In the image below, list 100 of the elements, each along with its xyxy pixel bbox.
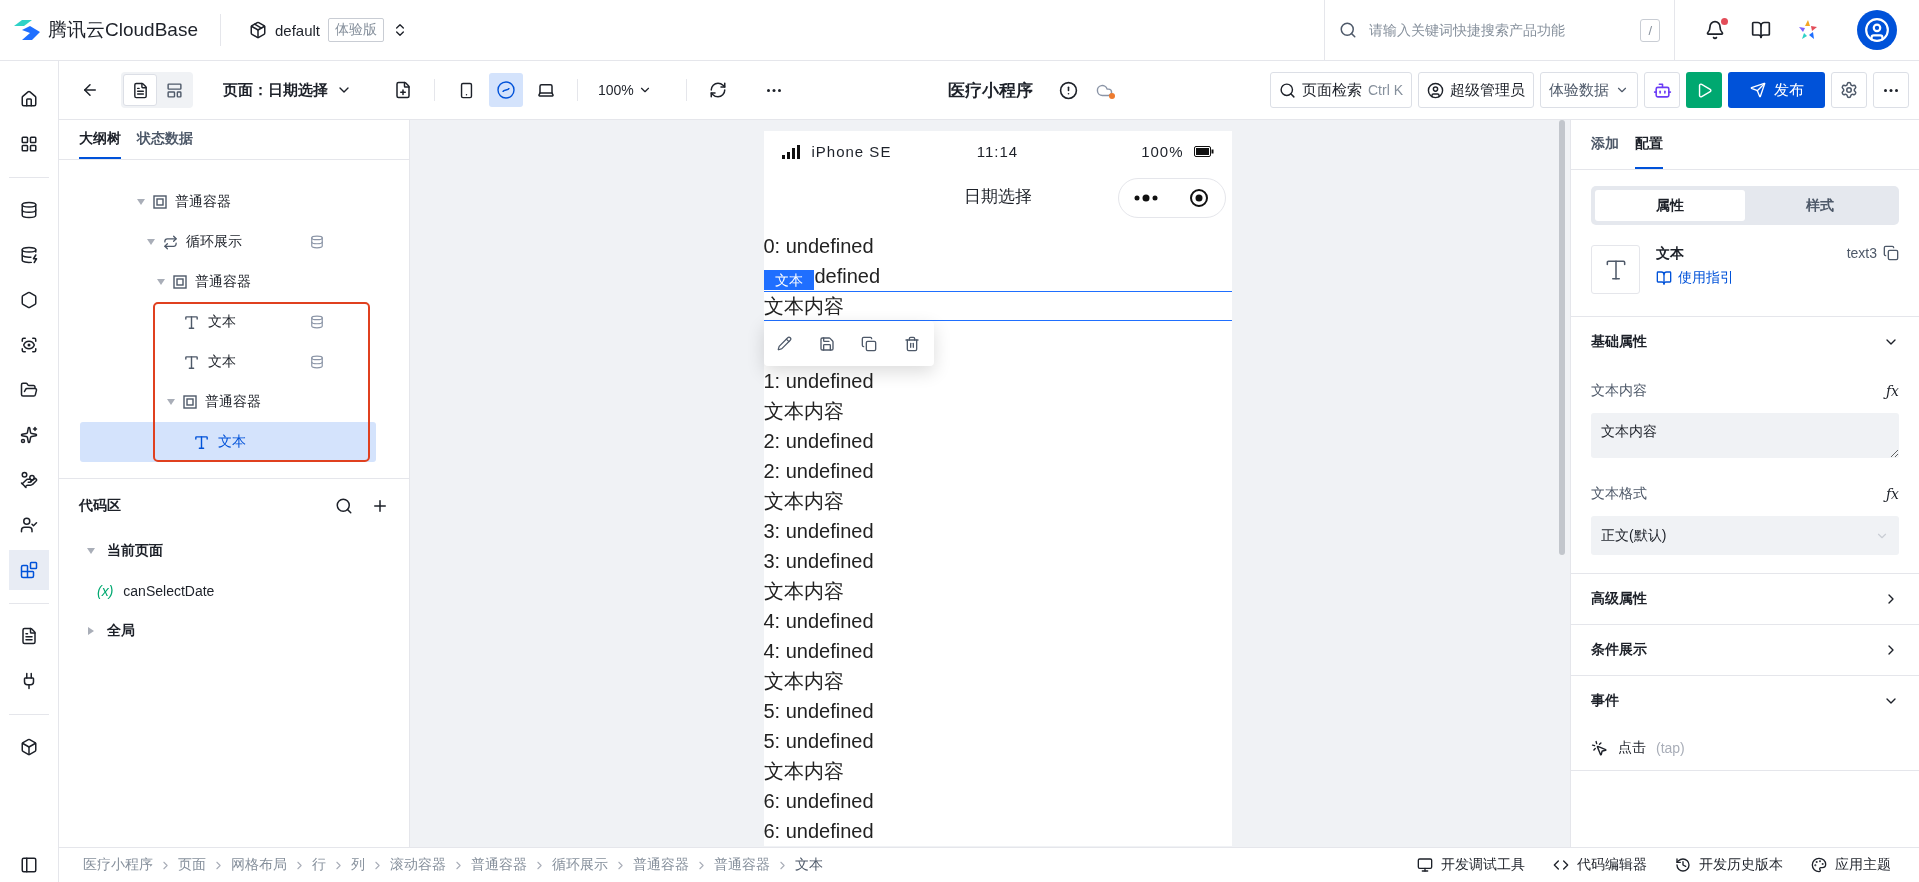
panel-tab[interactable]: 添加 [1591, 120, 1619, 169]
page-search-button[interactable]: 页面检索 Ctrl K [1270, 72, 1412, 108]
section-header[interactable]: 高级属性 [1591, 574, 1899, 624]
event-name: 点击 [1618, 739, 1646, 757]
page-dropdown[interactable]: 页面：日期选择 [223, 80, 352, 100]
database-icon [310, 235, 324, 249]
component-id: text3 [1846, 245, 1877, 261]
history-icon [1675, 857, 1691, 873]
refresh-icon [708, 81, 727, 99]
code-group[interactable]: 当前页面 [79, 531, 389, 571]
breadcrumb-item[interactable]: 文本 [795, 856, 823, 874]
list-view-button[interactable] [123, 74, 157, 106]
outline-item[interactable]: 普通容器 [80, 262, 376, 302]
search-icon[interactable] [335, 497, 353, 515]
zoom-dropdown[interactable]: 100% [598, 82, 652, 98]
component-name: 文本 [1656, 245, 1685, 263]
mode-tab[interactable]: 样式 [1745, 190, 1895, 221]
container-icon [183, 395, 197, 409]
variable-name[interactable]: canSelectDate [123, 583, 215, 599]
delete-icon[interactable] [904, 335, 921, 352]
code-group[interactable]: 全局 [79, 611, 389, 651]
caret-icon [88, 627, 94, 635]
event-item[interactable]: 点击 (tap) [1591, 726, 1899, 770]
preview-button[interactable] [1686, 72, 1722, 108]
tool-button[interactable]: 应用主题 [1811, 856, 1891, 874]
formula-icon[interactable]: ƒx [1885, 486, 1899, 502]
database-icon [310, 315, 324, 329]
panel-tab[interactable]: 配置 [1635, 120, 1663, 169]
edit-icon[interactable] [776, 336, 792, 351]
outline-item[interactable]: 循环展示 [80, 222, 376, 262]
tool-button[interactable]: 代码编辑器 [1553, 856, 1647, 874]
star-logo-icon[interactable] [1797, 19, 1819, 41]
environment-name[interactable]: default [274, 21, 320, 39]
hexagon-icon [20, 291, 38, 309]
settings-button[interactable] [1831, 72, 1867, 108]
text-icon [183, 353, 200, 371]
tool-button[interactable]: 开发调试工具 [1417, 856, 1525, 874]
shortcut-hint: Ctrl K [1368, 82, 1403, 98]
section-header[interactable]: 事件 [1591, 676, 1899, 726]
alert-icon[interactable] [1058, 80, 1078, 100]
section-header[interactable]: 条件展示 [1591, 625, 1899, 675]
section-header[interactable]: 基础属性 [1591, 317, 1899, 367]
text-line: 4: undefined [763, 639, 875, 664]
guide-link[interactable]: 使用指引 [1656, 269, 1831, 287]
notification-icon[interactable] [1705, 20, 1725, 40]
outline-item[interactable]: 普通容器 [80, 382, 376, 422]
outline-item[interactable]: 文本 [80, 302, 376, 342]
book-icon[interactable] [1751, 20, 1771, 40]
panel-tab[interactable]: 状态数据 [137, 120, 193, 159]
outline-item[interactable]: 文本 [80, 422, 376, 462]
copy-icon[interactable] [861, 335, 878, 352]
device-name: iPhone SE [811, 143, 892, 160]
collapse-icon[interactable] [20, 855, 38, 874]
sparkle-icon [20, 426, 38, 444]
file-plus-icon [394, 81, 412, 99]
copy-icon[interactable] [1883, 245, 1899, 261]
cube-icon [248, 21, 267, 39]
blocks-icon [20, 561, 38, 579]
outline-item[interactable]: 文本 [80, 342, 376, 382]
user-icon [1427, 81, 1444, 99]
field-label: 文本内容 [1591, 382, 1647, 400]
text-line: 文本内容 [763, 399, 845, 424]
user-icon [20, 516, 38, 534]
text-content-field[interactable]: 文本内容 [1591, 413, 1899, 458]
mode-tab[interactable]: 属性 [1595, 190, 1745, 221]
mini-program-button[interactable] [489, 73, 523, 107]
formula-icon[interactable]: ƒx [1885, 383, 1899, 399]
add-icon[interactable] [371, 497, 389, 515]
scrollbar[interactable] [1559, 120, 1565, 555]
panel-tab[interactable]: 大纲树 [79, 120, 121, 159]
data-source-dropdown[interactable]: 体验数据 [1540, 72, 1638, 108]
role-button[interactable]: 超级管理员 [1418, 72, 1534, 108]
battery-icon [1193, 146, 1214, 157]
caret-icon [87, 548, 95, 554]
text-line: 文本内容 [763, 669, 845, 694]
save-icon[interactable] [818, 335, 835, 352]
more-icon [1884, 88, 1898, 92]
book-icon [1656, 270, 1672, 286]
section-title: 代码区 [79, 497, 122, 515]
pointer-icon [1591, 739, 1608, 757]
text-line: defined [814, 264, 881, 289]
text-line: 1: undefined [763, 369, 875, 394]
assistant-button[interactable] [1644, 72, 1680, 108]
laptop-icon [537, 81, 555, 99]
text-icon [193, 433, 210, 451]
code-icon [1553, 857, 1569, 873]
text-icon [183, 313, 200, 331]
folder-icon [20, 381, 38, 399]
outline-item[interactable]: 普通容器 [80, 182, 376, 222]
tool-button[interactable]: 开发历史版本 [1675, 856, 1783, 874]
text-line: 5: undefined [763, 699, 875, 724]
database-icon [20, 246, 38, 264]
text-line: 4: undefined [763, 609, 875, 634]
monitor-icon [1417, 857, 1433, 873]
brand-name: 腾讯云CloudBase [48, 18, 198, 42]
publish-button[interactable]: 发布 [1728, 72, 1825, 108]
text-line: 文本内容 [763, 489, 845, 514]
format-select[interactable]: 正文(默认) [1591, 516, 1899, 555]
database-icon [310, 355, 324, 369]
avatar[interactable] [1857, 10, 1897, 50]
